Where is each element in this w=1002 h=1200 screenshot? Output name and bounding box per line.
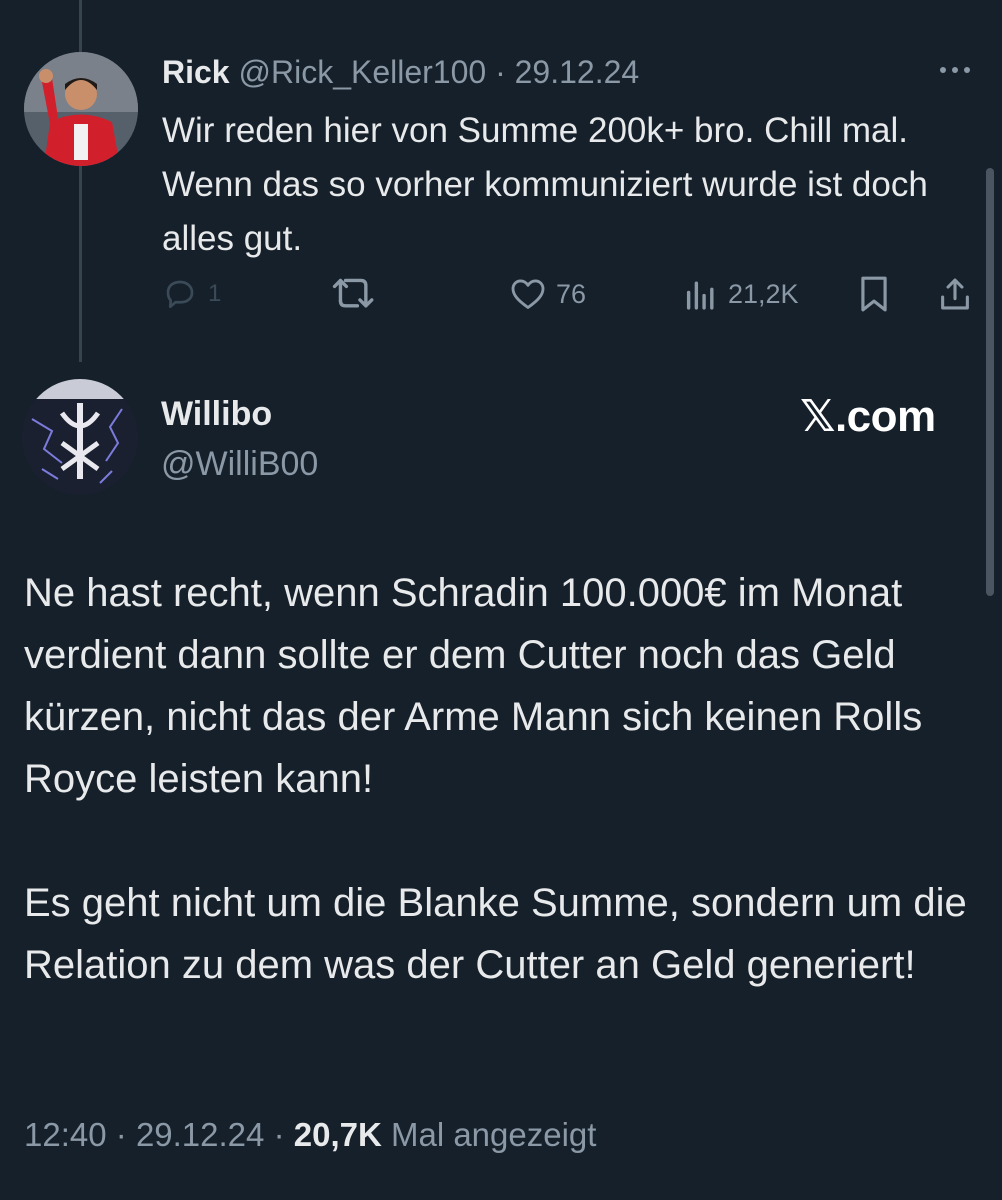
post-time[interactable]: 12:40 <box>24 1116 107 1153</box>
post-paragraph: Es geht nicht um die Blanke Summe, sonde… <box>24 881 967 987</box>
reply-date[interactable]: 29.12.24 <box>515 54 640 90</box>
views-button[interactable]: 21,2K <box>684 274 799 314</box>
post-views-label: Mal angezeigt <box>390 1116 597 1153</box>
post-avatar[interactable] <box>22 379 138 495</box>
heart-icon <box>511 279 545 309</box>
post-author-handle[interactable]: @WilliB00 <box>161 442 318 486</box>
reply-count: 1 <box>208 280 222 307</box>
reply-text: Wir reden hier von Summe 200k+ bro. Chil… <box>162 111 928 258</box>
reply-button[interactable]: 1 <box>162 274 221 314</box>
reply-icon <box>166 280 194 309</box>
views-icon <box>686 281 714 310</box>
like-button[interactable]: 76 <box>510 274 586 314</box>
x-com-watermark: 𝕏.com <box>800 392 936 441</box>
post-views-count[interactable]: 20,7K <box>294 1116 382 1153</box>
bookmark-icon <box>861 276 887 312</box>
post-meta-separator: · <box>273 1116 285 1153</box>
post-date[interactable]: 29.12.24 <box>136 1116 264 1153</box>
post-meta: 12:40 · 29.12.24 · 20,7K Mal angezeigt <box>24 1113 596 1157</box>
retweet-button[interactable] <box>332 274 376 314</box>
reply-avatar[interactable] <box>24 52 138 166</box>
retweet-icon <box>332 278 374 308</box>
views-count: 21,2K <box>728 278 799 309</box>
like-count: 76 <box>556 278 587 309</box>
share-button[interactable] <box>938 274 972 314</box>
reply-header: Rick @Rick_Keller100 · 29.12.24 <box>162 52 639 92</box>
post-text: Ne hast recht, wenn Schradin 100.000€ im… <box>24 562 974 996</box>
reply-author-handle[interactable]: @Rick_Keller100 <box>238 54 486 90</box>
scrollbar[interactable] <box>986 168 994 596</box>
post-paragraph: Ne hast recht, wenn Schradin 100.000€ im… <box>24 571 923 801</box>
share-icon <box>941 278 969 310</box>
reply-separator: · <box>495 54 506 90</box>
post-meta-separator: · <box>115 1116 127 1153</box>
reply-author-name[interactable]: Rick <box>162 54 230 90</box>
post-author-name[interactable]: Willibo <box>161 392 272 436</box>
bookmark-button[interactable] <box>858 274 890 314</box>
more-options-icon[interactable] <box>935 60 975 80</box>
